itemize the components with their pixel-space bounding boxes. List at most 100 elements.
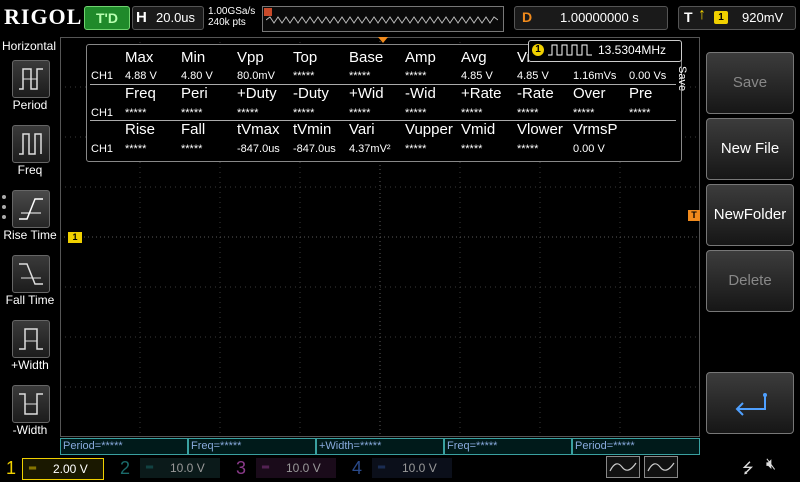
meas-header: Avg	[461, 49, 487, 66]
channel-scale-box: ═ 10.0 V	[140, 458, 220, 478]
counter-channel: 1	[532, 44, 544, 56]
new-folder-button[interactable]: NewFolder	[706, 184, 794, 246]
meas-header: Fall	[181, 121, 206, 138]
meas-value: *****	[573, 107, 595, 119]
meas-header: Vpp	[237, 49, 264, 66]
menu-item-label: Rise Time	[3, 228, 57, 242]
rigol-logo: RIGOL	[4, 4, 83, 29]
meas-value: 80.0mV	[237, 70, 275, 82]
meas-header: tVmin	[293, 121, 332, 138]
speaker-mute-icon[interactable]: 🔇︎	[766, 456, 776, 474]
meas-value: *****	[405, 143, 427, 155]
result-pos-width: +Width=*****	[316, 438, 444, 455]
channel-scale: 10.0 V	[402, 461, 437, 475]
channel-scale: 10.0 V	[286, 461, 321, 475]
meas-header: -Rate	[517, 85, 554, 102]
channel-scale-box: ═ 10.0 V	[256, 458, 336, 478]
trigger-source: 1	[714, 11, 728, 24]
coupling-icon: ═	[146, 462, 154, 473]
math-button[interactable]	[606, 456, 640, 478]
menu-item-label: -Width	[12, 423, 48, 437]
result-period: Period=*****	[60, 438, 188, 455]
meas-header: -Wid	[405, 85, 436, 102]
meas-header: +Duty	[237, 85, 277, 102]
meas-value: 4.85 V	[517, 70, 549, 82]
meas-header: Rise	[125, 121, 156, 138]
channel-number: 4	[352, 458, 363, 478]
menu-item-label: Freq	[17, 163, 43, 177]
meas-value: 4.88 V	[125, 70, 157, 82]
meas-value: 4.80 V	[181, 70, 213, 82]
ref-wave-icon	[647, 462, 675, 472]
channel-number: 2	[120, 458, 131, 478]
ref-button[interactable]	[644, 456, 678, 478]
delay-value: 1.00000000 s	[560, 10, 639, 25]
meas-header: +Wid	[349, 85, 384, 102]
meas-channel: CH1	[91, 107, 114, 119]
meas-header: Freq	[125, 85, 156, 102]
channel-2[interactable]: 2 ═ 10.0 V	[118, 456, 228, 480]
meas-value: *****	[237, 107, 259, 119]
channel-scale: 10.0 V	[170, 461, 205, 475]
meas-header: Vlower	[517, 121, 563, 138]
meas-value: *****	[293, 107, 315, 119]
return-button[interactable]	[706, 372, 794, 434]
menu-item-fall-time[interactable]: Fall Time	[0, 251, 60, 313]
square-wave-icon	[548, 44, 592, 56]
meas-header: Top	[293, 49, 318, 66]
meas-value: *****	[405, 70, 427, 82]
trigger-level-marker[interactable]: T	[688, 210, 700, 221]
new-file-button[interactable]: New File	[706, 118, 794, 180]
return-arrow-icon	[735, 393, 767, 416]
meas-value: *****	[405, 107, 427, 119]
rising-edge-icon: ↑	[698, 6, 706, 23]
delete-button[interactable]: Delete	[706, 250, 794, 312]
coupling-icon: ═	[262, 462, 270, 473]
channel-4[interactable]: 4 ═ 10.0 V	[350, 456, 460, 480]
result-period-2: Period=*****	[572, 438, 700, 455]
channel-scale-box: ═ 2.00 V	[22, 458, 104, 480]
menu-item-neg-width[interactable]: -Width	[0, 381, 60, 443]
rise-time-icon	[12, 190, 50, 228]
meas-header: Over	[573, 85, 606, 102]
save-button[interactable]: Save	[706, 52, 794, 114]
ch1-offset-marker[interactable]: 1	[68, 232, 82, 243]
trigger-position-arrow	[378, 37, 388, 43]
result-freq: Freq=*****	[188, 438, 316, 455]
timebase-value: 20.0us	[156, 10, 196, 25]
menu-item-period[interactable]: Period	[0, 56, 60, 118]
usb-icon: ⭍	[742, 460, 754, 476]
meas-header: Min	[181, 49, 206, 66]
meas-header: Pre	[629, 85, 653, 102]
channel-scale: 2.00 V	[53, 462, 88, 476]
meas-header: Amp	[405, 49, 436, 66]
memory-depth: 240k pts	[208, 17, 246, 28]
meas-value: 4.85 V	[461, 70, 493, 82]
run-stop-status[interactable]: T'D	[84, 6, 130, 30]
memory-position-marker	[264, 8, 272, 16]
meas-value: *****	[517, 107, 539, 119]
result-freq-2: Freq=*****	[444, 438, 572, 455]
timebase-label: H	[136, 9, 147, 26]
meas-value: 1.16mVs	[573, 70, 617, 82]
left-menu-title: Horizontal	[2, 39, 57, 53]
meas-header: Vupper	[405, 121, 453, 138]
meas-channel: CH1	[91, 143, 114, 155]
meas-value: *****	[181, 107, 203, 119]
meas-header: VrmsP	[573, 121, 618, 138]
meas-value: *****	[517, 143, 539, 155]
channel-scale-box: ═ 10.0 V	[372, 458, 452, 478]
channel-3[interactable]: 3 ═ 10.0 V	[234, 456, 344, 480]
coupling-icon: ═	[378, 462, 386, 473]
meas-value: 0.00 V	[573, 143, 605, 155]
meas-value: 0.00 Vs	[629, 70, 667, 82]
menu-item-freq[interactable]: Freq	[0, 121, 60, 183]
channel-1[interactable]: 1 ═ 2.00 V	[0, 456, 110, 480]
meas-value: *****	[125, 143, 147, 155]
fall-time-icon	[12, 255, 50, 293]
meas-value: *****	[125, 107, 147, 119]
period-icon	[12, 60, 50, 98]
menu-item-pos-width[interactable]: +Width	[0, 316, 60, 378]
menu-item-rise-time[interactable]: Rise Time	[0, 186, 60, 248]
trigger-level: 920mV	[742, 10, 784, 25]
